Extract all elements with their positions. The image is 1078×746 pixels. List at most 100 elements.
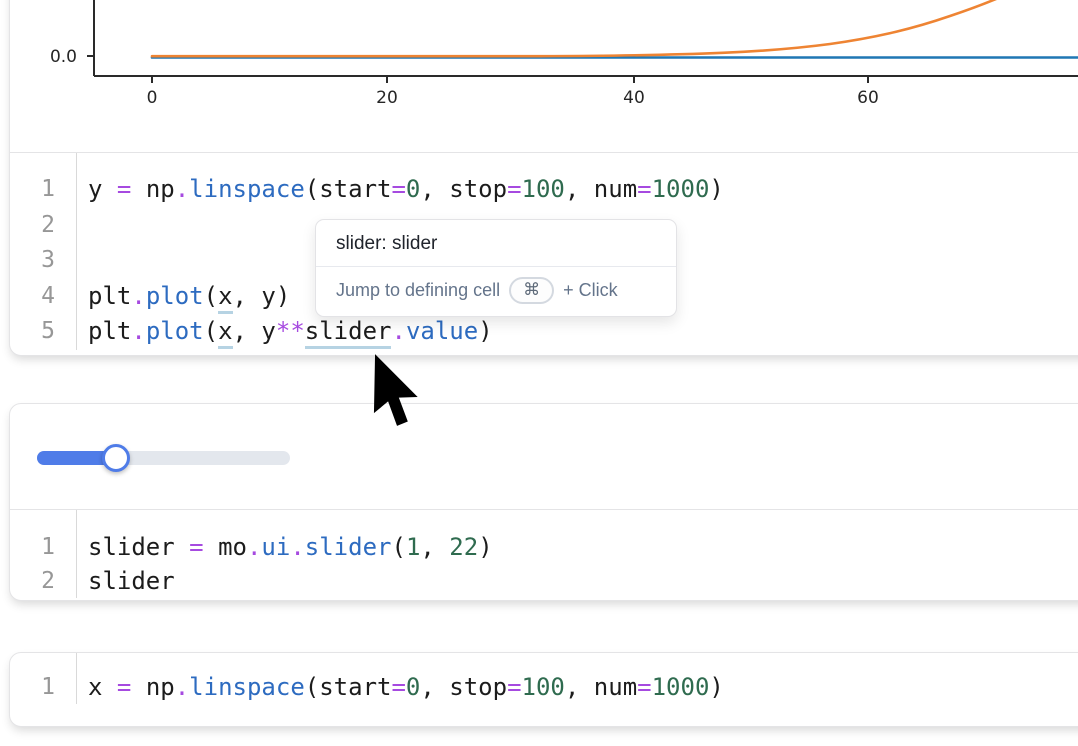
code-token: slider <box>305 533 392 561</box>
series-line-orange <box>152 0 1038 56</box>
code-token: slider <box>88 567 175 595</box>
code-editor[interactable]: 12 slider = mo.ui.slider(1, 22)slider <box>10 510 1078 598</box>
code-token: y <box>261 317 275 345</box>
code-token: start <box>319 175 391 203</box>
code-line: plt.plot(x, y**slider.value) <box>88 314 1078 350</box>
code-line: slider <box>88 564 1078 598</box>
code-token <box>204 533 218 561</box>
code-token: mo <box>218 533 247 561</box>
code-content[interactable]: slider = mo.ui.slider(1, 22)slider <box>77 510 1078 598</box>
tooltip-suffix: + Click <box>563 280 618 301</box>
code-token: ) <box>478 317 492 345</box>
tooltip-action-row: Jump to defining cell ⌘ + Click <box>316 267 676 316</box>
line-number: 1 <box>10 670 55 704</box>
line-number: 1 <box>10 172 55 208</box>
line-number-gutter: 1 <box>10 653 77 704</box>
code-token: ( <box>305 175 319 203</box>
code-token: stop <box>449 673 507 701</box>
code-token: y <box>261 282 275 310</box>
code-token: ** <box>276 317 305 345</box>
code-token: 1000 <box>652 175 710 203</box>
code-token: = <box>637 673 651 701</box>
line-number: 4 <box>10 279 55 315</box>
code-line: slider = mo.ui.slider(1, 22) <box>88 530 1078 564</box>
tooltip-title: slider: slider <box>316 220 676 267</box>
code-token: = <box>507 673 521 701</box>
code-token: 1000 <box>652 673 710 701</box>
code-content[interactable]: x = np.linspace(start=0, stop=100, num=1… <box>77 653 1078 704</box>
code-token: plot <box>146 317 204 345</box>
code-token: , <box>233 282 262 310</box>
slider-output-area <box>10 404 1078 510</box>
code-token: , <box>233 317 262 345</box>
variable-tooltip: slider: slider Jump to defining cell ⌘ +… <box>315 219 677 317</box>
code-editor[interactable]: 1 x = np.linspace(start=0, stop=100, num… <box>10 653 1078 704</box>
slider-handle[interactable] <box>102 444 130 472</box>
code-token <box>175 533 189 561</box>
code-token: = <box>507 175 521 203</box>
code-token: value <box>406 317 478 345</box>
x-tick-label: 40 <box>623 88 645 108</box>
code-token <box>131 673 145 701</box>
y-tick-label: 0.0 <box>50 47 77 67</box>
reactive-variable-reference[interactable]: x <box>218 282 232 314</box>
code-token: 100 <box>522 673 565 701</box>
code-token: ) <box>709 175 723 203</box>
code-token: . <box>131 317 145 345</box>
code-token: np <box>146 175 175 203</box>
code-token: 100 <box>522 175 565 203</box>
code-token: . <box>131 282 145 310</box>
code-token: 0 <box>406 673 420 701</box>
code-token: = <box>391 175 405 203</box>
code-token: . <box>290 533 304 561</box>
notebook-cell-slider: 12 slider = mo.ui.slider(1, 22)slider <box>9 403 1078 601</box>
code-token: ( <box>391 533 405 561</box>
line-number-gutter: 12 <box>10 510 77 598</box>
code-token: 22 <box>449 533 478 561</box>
code-token: linspace <box>189 175 305 203</box>
slider-track[interactable] <box>37 451 290 465</box>
code-token: . <box>175 175 189 203</box>
code-token: x <box>88 673 102 701</box>
code-token: . <box>247 533 261 561</box>
code-token: . <box>175 673 189 701</box>
code-token: linspace <box>189 673 305 701</box>
code-token: stop <box>449 175 507 203</box>
code-token: = <box>391 673 405 701</box>
code-token: num <box>594 673 637 701</box>
code-token: , <box>565 175 594 203</box>
reactive-variable-reference[interactable]: x <box>218 317 232 349</box>
x-tick-label: 60 <box>857 88 879 108</box>
code-token: ui <box>261 533 290 561</box>
code-line: y = np.linspace(start=0, stop=100, num=1… <box>88 172 1078 208</box>
code-token: plt <box>88 317 131 345</box>
code-token: 1 <box>406 533 420 561</box>
code-token: plot <box>146 282 204 310</box>
line-number: 1 <box>10 530 55 564</box>
matplotlib-plot: 0.0 0 20 40 60 <box>10 0 1078 152</box>
code-token: plt <box>88 282 131 310</box>
x-tick-label: 0 <box>147 88 158 108</box>
line-number: 3 <box>10 243 55 279</box>
reactive-variable-reference[interactable]: slider <box>305 317 392 349</box>
code-token: = <box>117 175 131 203</box>
code-token: y <box>88 175 102 203</box>
code-token: = <box>189 533 203 561</box>
code-token: ) <box>276 282 290 310</box>
code-token: np <box>146 673 175 701</box>
code-token: = <box>637 175 651 203</box>
code-token: num <box>594 175 637 203</box>
command-key-icon: ⌘ <box>509 277 554 304</box>
code-token: , <box>420 175 449 203</box>
code-token: , <box>420 533 449 561</box>
line-number-gutter: 12345 <box>10 153 77 350</box>
code-token <box>131 175 145 203</box>
code-token: , <box>420 673 449 701</box>
code-token: = <box>117 673 131 701</box>
code-token: 0 <box>406 175 420 203</box>
code-token: ( <box>204 282 218 310</box>
line-number: 5 <box>10 314 55 350</box>
code-token: , <box>565 673 594 701</box>
code-token: ) <box>478 533 492 561</box>
line-number: 2 <box>10 564 55 598</box>
